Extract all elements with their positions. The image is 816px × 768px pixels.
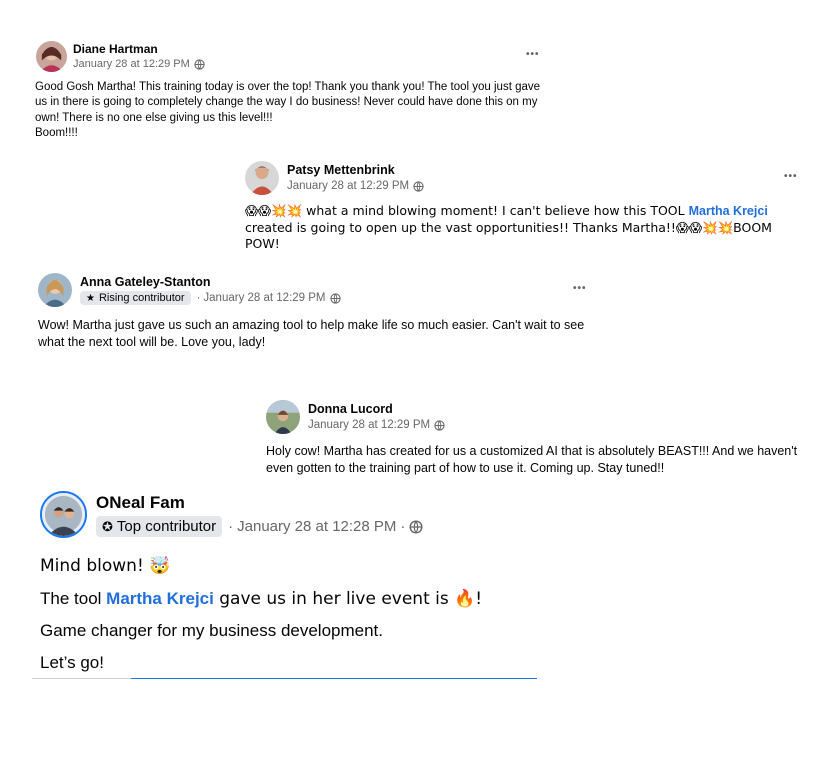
comment-meta: ✪ Top contributor · January 28 at 12:28 … <box>96 516 423 537</box>
timestamp[interactable]: January 28 at 12:29 PM <box>308 419 430 431</box>
divider <box>32 678 132 679</box>
comment-meta: January 28 at 12:29 PM <box>73 58 205 70</box>
globe-icon <box>434 419 445 431</box>
globe-icon <box>329 292 341 304</box>
timestamp[interactable]: January 28 at 12:29 PM <box>203 292 325 304</box>
award-icon: ✪ <box>102 518 113 534</box>
more-options-button[interactable]: ••• <box>526 50 540 60</box>
author-name[interactable]: Anna Gateley-Stanton <box>80 275 211 289</box>
avatar[interactable] <box>40 491 87 538</box>
avatar[interactable] <box>245 161 279 195</box>
comment-text: Mind blown! 🤯 The tool Martha Krejci gav… <box>40 556 483 672</box>
comment-text: Holy cow! Martha has created for us a cu… <box>266 444 798 475</box>
globe-icon <box>409 519 423 534</box>
avatar[interactable] <box>36 41 67 72</box>
comment-meta: ★ Rising contributor · January 28 at 12:… <box>80 291 341 305</box>
more-options-button[interactable]: ••• <box>573 284 587 294</box>
comment-meta: January 28 at 12:29 PM <box>308 419 445 431</box>
rising-contributor-badge[interactable]: ★ Rising contributor <box>80 291 191 305</box>
author-name[interactable]: Patsy Mettenbrink <box>287 163 395 177</box>
globe-icon <box>413 180 424 192</box>
timestamp[interactable]: January 28 at 12:29 PM <box>73 58 190 70</box>
more-options-button[interactable]: ••• <box>784 172 798 182</box>
avatar[interactable] <box>38 273 72 307</box>
globe-icon <box>194 58 205 70</box>
star-icon: ★ <box>86 292 95 304</box>
author-name[interactable]: Diane Hartman <box>73 42 158 56</box>
top-contributor-badge[interactable]: ✪ Top contributor <box>96 516 223 537</box>
comment-text: 😱😱💥💥 what a mind blowing moment! I can't… <box>245 203 772 252</box>
avatar[interactable] <box>266 400 300 434</box>
mention-link[interactable]: Martha Krejci <box>106 589 214 608</box>
progress-underline <box>131 678 537 679</box>
timestamp[interactable]: January 28 at 12:29 PM <box>287 180 409 192</box>
mention-link[interactable]: Martha Krejci <box>689 204 768 218</box>
comment-text: Wow! Martha just gave us such an amazing… <box>38 318 585 349</box>
comment-meta: January 28 at 12:29 PM <box>287 180 424 192</box>
author-name[interactable]: Donna Lucord <box>308 402 393 416</box>
comment-text: Good Gosh Martha! This training today is… <box>35 81 541 139</box>
timestamp[interactable]: January 28 at 12:28 PM <box>237 518 396 535</box>
author-name[interactable]: ONeal Fam <box>96 493 185 513</box>
